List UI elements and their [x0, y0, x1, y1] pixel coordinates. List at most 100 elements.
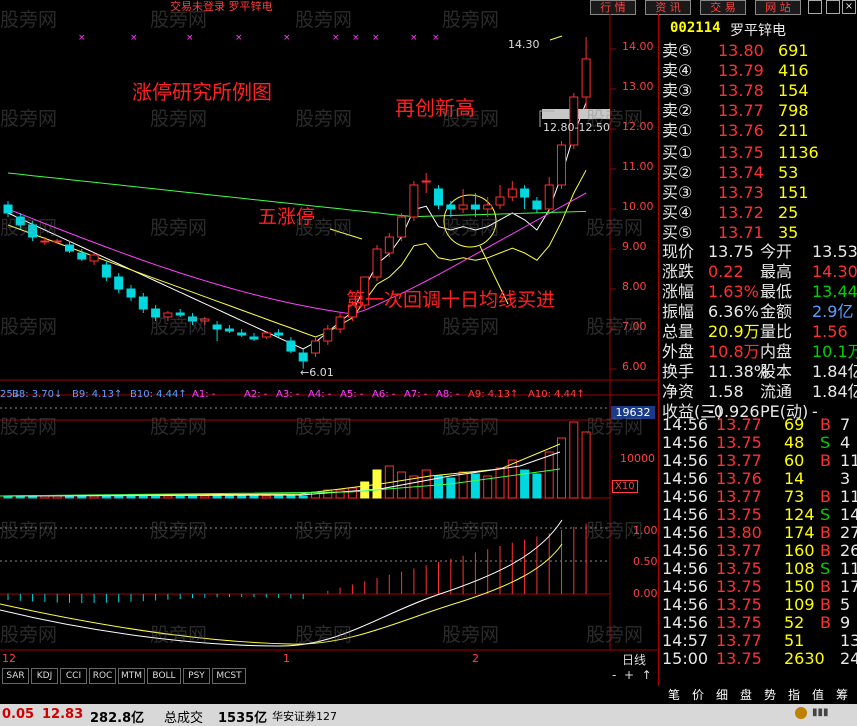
ask-price: 13.78: [718, 81, 764, 100]
close-icon[interactable]: ×: [842, 0, 856, 14]
tick-v: 73: [784, 487, 805, 506]
stat-row: 涨幅 1.63% 最低 13.44: [660, 282, 857, 302]
indicator-item: A1: -: [192, 389, 216, 400]
tick-v: 51: [784, 631, 805, 650]
tick-v: 109: [784, 595, 815, 614]
minimize-icon[interactable]: [808, 0, 822, 14]
indicator-tab[interactable]: BOLL: [147, 668, 181, 684]
watermark: 股旁网: [150, 416, 208, 438]
volume-bar: [458, 471, 468, 499]
ask-volume: 691: [778, 41, 809, 60]
quote-tab[interactable]: 筹: [831, 686, 853, 702]
price-tick: 9.00: [622, 240, 647, 253]
candle: [52, 240, 62, 243]
candle: [384, 236, 394, 254]
watermark: 股旁网: [295, 624, 353, 646]
volume-bar: [175, 495, 185, 499]
status-broker[interactable]: 华安证券127: [272, 708, 337, 724]
quote-tab[interactable]: 笔: [663, 686, 685, 702]
indicator-item: A3: -: [276, 389, 300, 400]
website-button[interactable]: 网 站: [755, 0, 801, 15]
indicator-tab[interactable]: ROC: [89, 668, 116, 684]
quote-tab[interactable]: 盘: [735, 686, 757, 702]
tick-v: 108: [784, 559, 815, 578]
stat-value: 0.22: [708, 262, 744, 281]
quote-tab[interactable]: 势: [759, 686, 781, 702]
candle: [138, 296, 148, 310]
tick-row: 14:56 13.75 48 S 4: [660, 434, 857, 452]
tick-t: 14:56: [662, 487, 709, 506]
candle: [434, 188, 443, 206]
quote-tab[interactable]: 指: [783, 686, 805, 702]
restore-icon[interactable]: [826, 0, 840, 14]
trade-button[interactable]: 交 易: [700, 0, 746, 15]
ask-label: 卖②: [662, 101, 693, 120]
bid-row: 买⑤ 13.71 35: [660, 223, 857, 243]
top-mark: ×: [410, 33, 418, 43]
watermark: 股旁网: [586, 624, 644, 646]
stat-value: 10.8万: [708, 342, 760, 361]
stat-label: 现价: [662, 242, 695, 261]
indicator-tab[interactable]: SAR: [2, 668, 29, 684]
annotation-title: 涨停研究所例图: [132, 80, 272, 104]
indicator-tab[interactable]: MTM: [118, 668, 145, 684]
ask-price: 13.80: [718, 41, 764, 60]
candle: [372, 248, 382, 278]
indicator-tab[interactable]: PSY: [183, 668, 210, 684]
tick-p: 13.75: [716, 613, 762, 632]
tick-s: B: [820, 595, 831, 614]
tick-t: 14:56: [662, 523, 709, 542]
watermark: 股旁网: [586, 108, 644, 130]
candle: [470, 204, 480, 210]
tick-t: 14:56: [662, 613, 709, 632]
watermark: 股旁网: [150, 108, 208, 130]
news-button[interactable]: 资 讯: [645, 0, 691, 15]
candle: [3, 204, 13, 214]
stat-label: 涨幅: [662, 282, 695, 301]
top-mark: ×: [235, 33, 243, 43]
tick-s: B: [820, 541, 831, 560]
indicator-item: B9: 4.13↑: [72, 389, 123, 400]
tick-n: 11: [840, 559, 857, 578]
volume-bar: [237, 495, 247, 499]
tick-n: 9: [840, 613, 851, 632]
stat-value: 10.1万: [812, 342, 857, 361]
quote-tab[interactable]: 细: [711, 686, 733, 702]
ask-row: 卖① 13.76 211: [660, 121, 857, 141]
tick-n: 7: [840, 415, 851, 434]
stat-row: 总量 20.9万 量比 1.56: [660, 322, 857, 342]
bid-label: 买④: [662, 203, 693, 222]
period-label[interactable]: 日线: [622, 651, 646, 668]
tick-t: 14:56: [662, 415, 709, 434]
watermark: 股旁网: [295, 416, 353, 438]
candle: [446, 204, 456, 210]
volume-bar: [249, 495, 259, 499]
candle: [89, 254, 99, 262]
quote-tab[interactable]: 价: [687, 686, 709, 702]
tick-n: 14: [840, 505, 857, 524]
tick-row: 14:56 13.80 174 B 27: [660, 524, 857, 542]
tick-p: 13.75: [716, 649, 762, 668]
bid-volume: 1136: [778, 143, 819, 162]
volume-bar: [557, 437, 566, 499]
bid-row: 买③ 13.73 151: [660, 183, 857, 203]
ask-volume: 416: [778, 61, 809, 80]
quote-tab[interactable]: 值: [807, 686, 829, 702]
indicator-item: A8: -: [436, 389, 460, 400]
stat-label: 换手: [662, 362, 695, 381]
tick-t: 14:56: [662, 451, 709, 470]
tick-p: 13.76: [716, 469, 762, 488]
tick-p: 13.75: [716, 577, 762, 596]
market-button[interactable]: 行 情: [590, 0, 636, 15]
tick-s: B: [820, 451, 831, 470]
indicator-tab[interactable]: MCST: [212, 668, 246, 684]
watermark: 股旁网: [0, 316, 58, 338]
watermark: 股旁网: [586, 520, 644, 542]
candle: [507, 188, 517, 198]
status-index: 12.83: [42, 707, 84, 722]
indicator-tab[interactable]: KDJ: [31, 668, 58, 684]
zoom-controls[interactable]: - + ↑: [612, 668, 652, 682]
indicator-item: A9: 4.13↑: [468, 389, 519, 400]
volume-bar: [569, 421, 579, 499]
indicator-tab[interactable]: CCI: [60, 668, 87, 684]
